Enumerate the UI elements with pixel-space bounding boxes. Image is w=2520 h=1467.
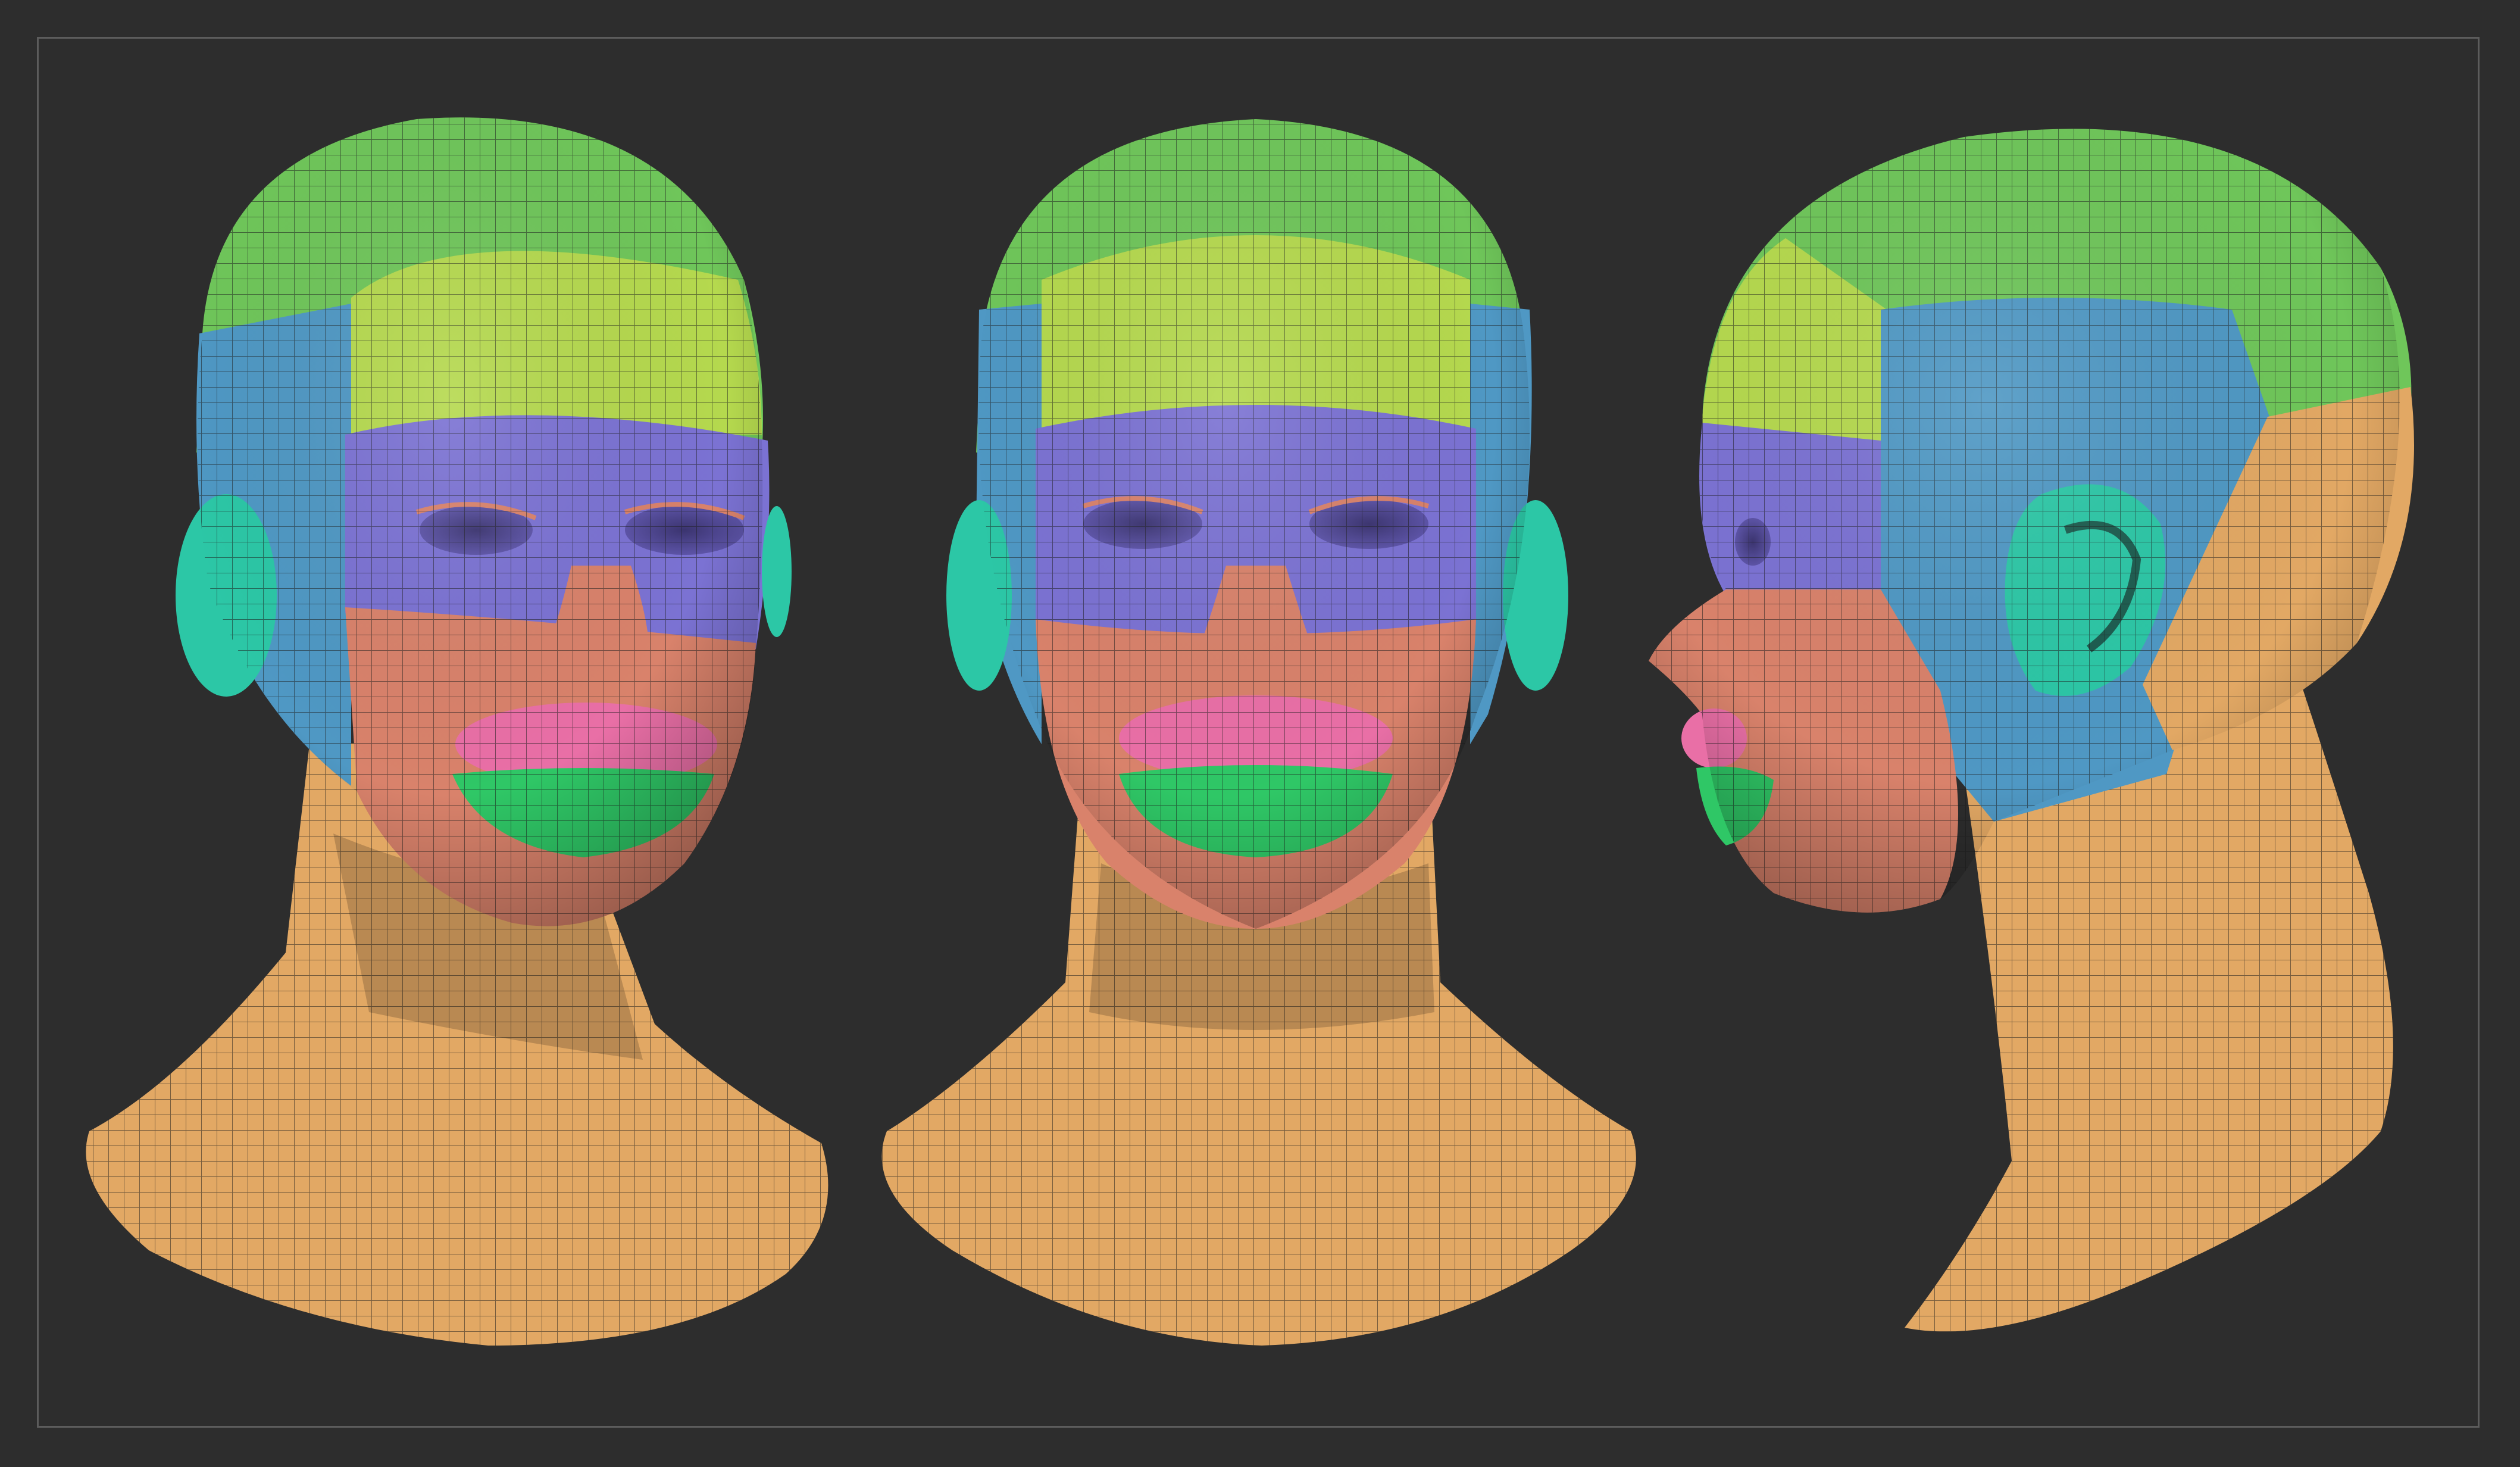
head-profile <box>1649 129 2414 1332</box>
render-canvas <box>86 117 2414 1346</box>
ear-right <box>762 506 792 637</box>
head-front <box>881 119 1636 1346</box>
head-three-quarter <box>86 117 828 1346</box>
viewport <box>0 0 2520 1467</box>
